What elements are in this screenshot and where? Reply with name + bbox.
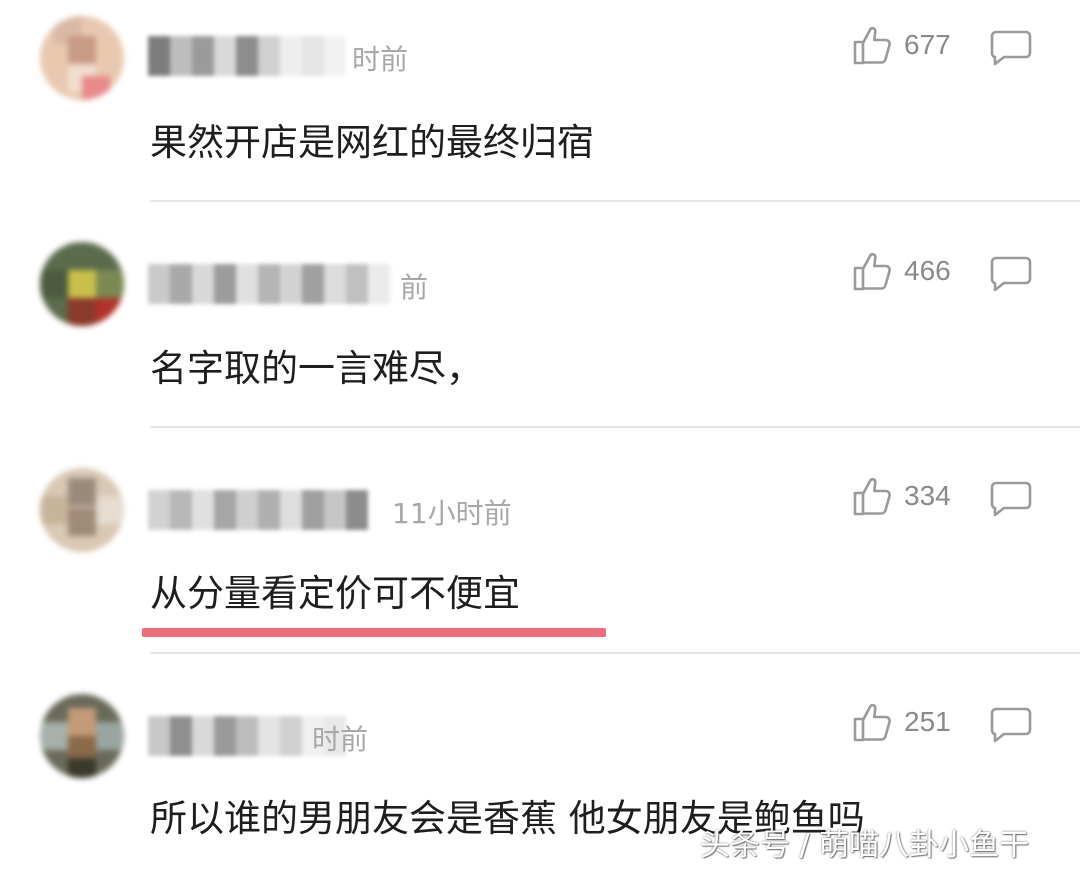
speech-bubble-icon <box>990 481 1032 517</box>
thumbs-up-icon <box>853 252 891 291</box>
like-button[interactable]: 466 <box>852 250 951 292</box>
thumbs-up-icon <box>853 477 891 516</box>
username-blurred[interactable] <box>148 36 358 76</box>
thumbs-up-icon <box>853 26 891 65</box>
like-button[interactable]: 334 <box>852 475 951 517</box>
comment-text: 名字取的一言难尽， <box>150 347 483 390</box>
divider <box>150 652 1080 654</box>
highlight-underline <box>142 628 606 637</box>
avatar[interactable] <box>40 468 124 552</box>
avatar[interactable] <box>40 16 124 100</box>
reply-button[interactable] <box>990 707 1032 747</box>
reply-button[interactable] <box>990 30 1032 70</box>
like-count: 466 <box>904 255 951 286</box>
reply-button[interactable] <box>990 256 1032 296</box>
speech-bubble-icon <box>990 256 1032 292</box>
watermark: 头条号 / 萌喵八卦小鱼干 <box>700 828 1030 863</box>
avatar[interactable] <box>40 694 124 778</box>
thumbs-up-icon <box>853 703 891 742</box>
like-button[interactable]: 251 <box>852 701 951 743</box>
comment-text: 从分量看定价可不便宜 <box>150 572 520 615</box>
avatar[interactable] <box>40 242 124 326</box>
reply-button[interactable] <box>990 481 1032 521</box>
divider <box>150 426 1080 428</box>
speech-bubble-icon <box>990 30 1032 66</box>
username-blurred[interactable] <box>148 490 388 530</box>
comment-time: 前 <box>400 271 429 304</box>
username-blurred[interactable] <box>148 264 398 304</box>
like-count: 677 <box>904 29 951 60</box>
divider <box>150 200 1080 202</box>
speech-bubble-icon <box>990 707 1032 743</box>
like-button[interactable]: 677 <box>852 24 951 66</box>
comment-time: 11小时前 <box>392 497 512 530</box>
comment-time: 时前 <box>312 723 369 756</box>
like-count: 334 <box>904 480 951 511</box>
comment-text: 果然开店是网红的最终归宿 <box>150 121 594 164</box>
comment-time: 时前 <box>352 43 409 76</box>
like-count: 251 <box>904 706 951 737</box>
